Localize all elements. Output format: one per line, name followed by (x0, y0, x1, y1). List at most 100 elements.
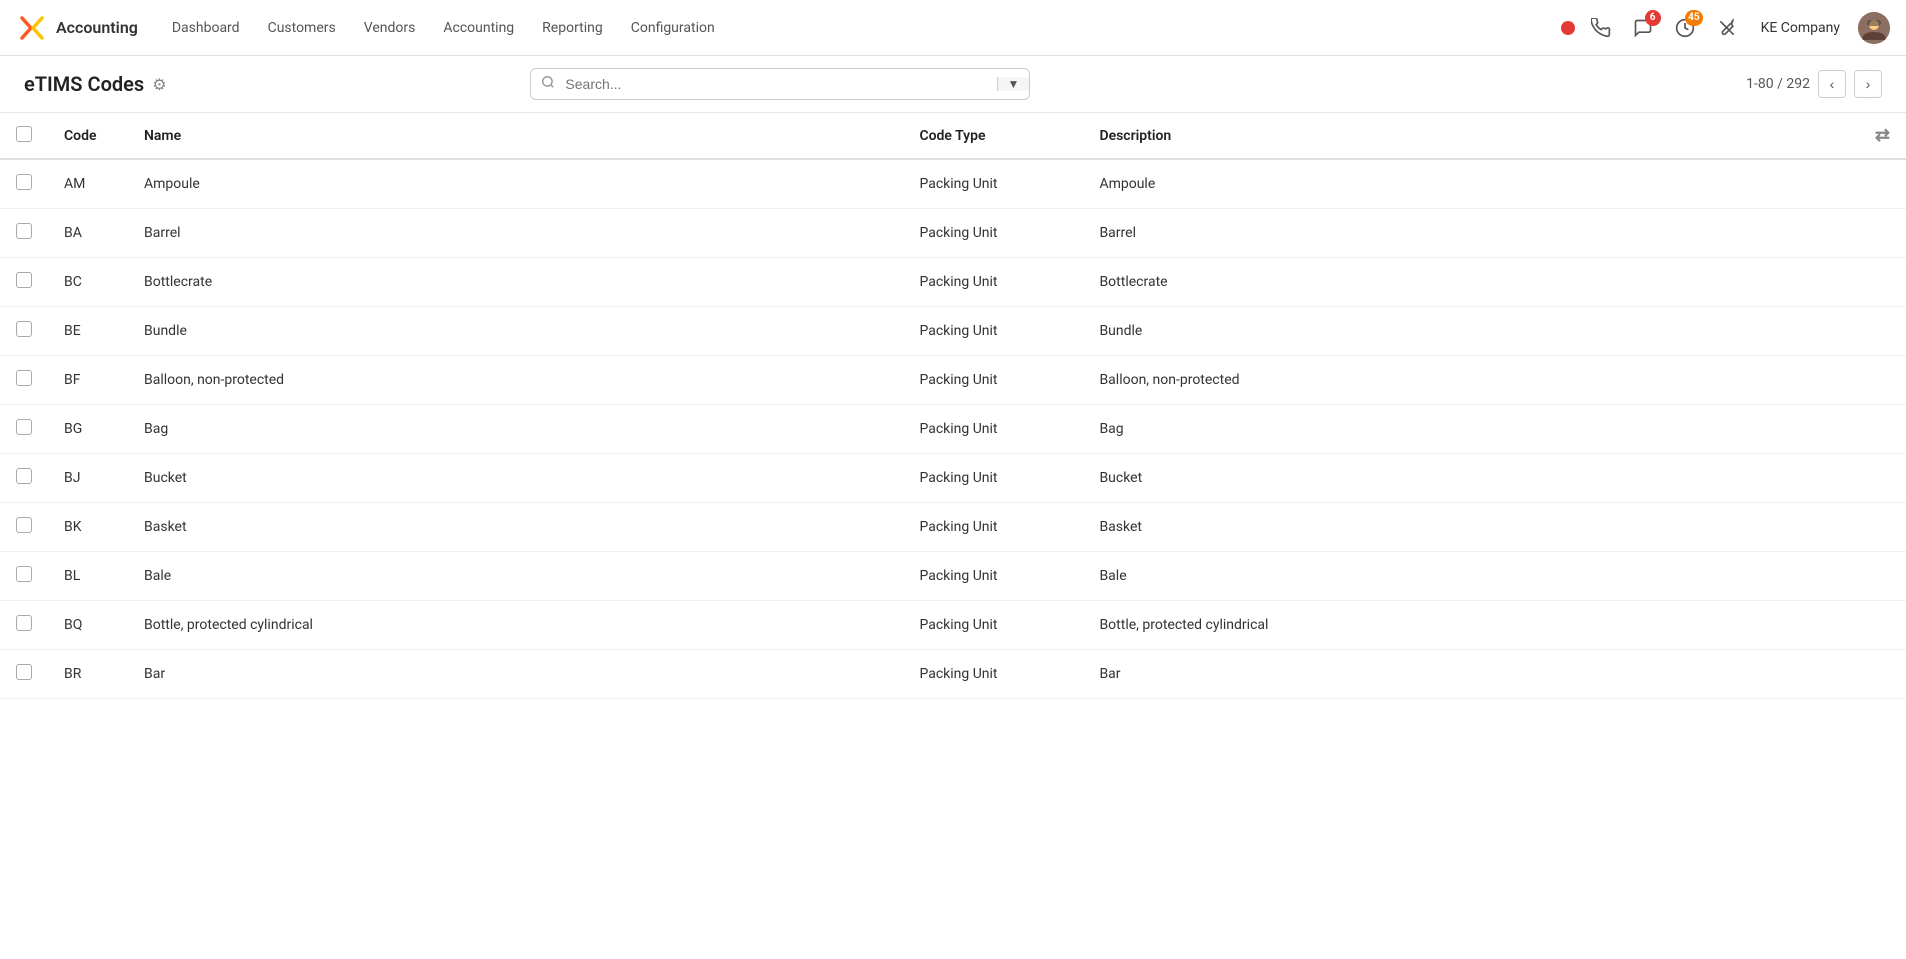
row-name[interactable]: Basket (128, 503, 903, 552)
row-options (1859, 601, 1906, 650)
search-input[interactable] (565, 69, 996, 99)
row-checkbox-3[interactable] (16, 321, 32, 337)
row-checkbox-cell (0, 454, 48, 503)
row-description: Balloon, non-protected (1083, 356, 1858, 405)
search-icon (531, 75, 565, 93)
row-description: Bag (1083, 405, 1858, 454)
row-name[interactable]: Bag (128, 405, 903, 454)
table-row: BR Bar Packing Unit Bar (0, 650, 1906, 699)
row-code: BF (48, 356, 128, 405)
th-name[interactable]: Name (128, 113, 903, 159)
th-options: ⇄ (1859, 113, 1906, 159)
table-row: BG Bag Packing Unit Bag (0, 405, 1906, 454)
tools-icon (1717, 18, 1737, 38)
phone-icon-btn[interactable] (1585, 12, 1617, 44)
nav-configuration[interactable]: Configuration (617, 14, 729, 42)
row-name[interactable]: Bar (128, 650, 903, 699)
row-name[interactable]: Bucket (128, 454, 903, 503)
row-checkbox-cell (0, 552, 48, 601)
row-description: Bundle (1083, 307, 1858, 356)
company-name[interactable]: KE Company (1753, 16, 1848, 40)
row-code: BK (48, 503, 128, 552)
table-row: BE Bundle Packing Unit Bundle (0, 307, 1906, 356)
row-checkbox-2[interactable] (16, 272, 32, 288)
row-name[interactable]: Balloon, non-protected (128, 356, 903, 405)
row-code: BQ (48, 601, 128, 650)
row-checkbox-cell (0, 258, 48, 307)
table-header-row: Code Name Code Type Description ⇄ (0, 113, 1906, 159)
row-options (1859, 650, 1906, 699)
row-code: BE (48, 307, 128, 356)
row-checkbox-4[interactable] (16, 370, 32, 386)
row-description: Basket (1083, 503, 1858, 552)
row-checkbox-cell (0, 307, 48, 356)
row-options (1859, 405, 1906, 454)
search-bar: ▼ (530, 68, 1030, 100)
row-code-type: Packing Unit (903, 405, 1083, 454)
clock-icon-btn[interactable]: 45 (1669, 12, 1701, 44)
page-title: eTIMS Codes (24, 72, 144, 96)
row-checkbox-cell (0, 650, 48, 699)
table-row: BK Basket Packing Unit Basket (0, 503, 1906, 552)
select-all-checkbox[interactable] (16, 126, 32, 142)
row-checkbox-0[interactable] (16, 174, 32, 190)
nav-reporting[interactable]: Reporting (528, 14, 617, 42)
row-options (1859, 258, 1906, 307)
nav-vendors[interactable]: Vendors (350, 14, 430, 42)
row-description: Bottle, protected cylindrical (1083, 601, 1858, 650)
row-code: BL (48, 552, 128, 601)
row-checkbox-cell (0, 159, 48, 209)
row-options (1859, 454, 1906, 503)
app-name: Accounting (56, 18, 138, 37)
row-description: Barrel (1083, 209, 1858, 258)
nav-customers[interactable]: Customers (254, 14, 350, 42)
row-checkbox-5[interactable] (16, 419, 32, 435)
row-checkbox-9[interactable] (16, 615, 32, 631)
search-dropdown-btn[interactable]: ▼ (997, 77, 1030, 91)
user-avatar[interactable] (1858, 12, 1890, 44)
clock-badge: 45 (1685, 10, 1702, 26)
row-checkbox-10[interactable] (16, 664, 32, 680)
pagination-next-btn[interactable]: › (1854, 70, 1882, 98)
row-code-type: Packing Unit (903, 159, 1083, 209)
messages-icon-btn[interactable]: 6 (1627, 12, 1659, 44)
row-code-type: Packing Unit (903, 650, 1083, 699)
table-row: BJ Bucket Packing Unit Bucket (0, 454, 1906, 503)
th-code[interactable]: Code (48, 113, 128, 159)
table-row: BA Barrel Packing Unit Barrel (0, 209, 1906, 258)
row-name[interactable]: Bale (128, 552, 903, 601)
tools-icon-btn[interactable] (1711, 12, 1743, 44)
row-options (1859, 356, 1906, 405)
row-name[interactable]: Bottle, protected cylindrical (128, 601, 903, 650)
row-checkbox-1[interactable] (16, 223, 32, 239)
row-code-type: Packing Unit (903, 601, 1083, 650)
status-indicator[interactable] (1561, 21, 1575, 35)
row-name[interactable]: Ampoule (128, 159, 903, 209)
pagination-area: 1-80 / 292 ‹ › (1746, 70, 1882, 98)
nav-dashboard[interactable]: Dashboard (158, 14, 254, 42)
row-checkbox-8[interactable] (16, 566, 32, 582)
row-checkbox-6[interactable] (16, 468, 32, 484)
row-name[interactable]: Barrel (128, 209, 903, 258)
column-options-icon[interactable]: ⇄ (1875, 125, 1890, 146)
th-code-type[interactable]: Code Type (903, 113, 1083, 159)
row-checkbox-cell (0, 405, 48, 454)
row-name[interactable]: Bottlecrate (128, 258, 903, 307)
row-checkbox-7[interactable] (16, 517, 32, 533)
row-options (1859, 159, 1906, 209)
app-logo[interactable]: Accounting (16, 12, 138, 44)
row-code-type: Packing Unit (903, 552, 1083, 601)
nav-accounting[interactable]: Accounting (429, 14, 528, 42)
nav-items: Dashboard Customers Vendors Accounting R… (158, 14, 1557, 42)
row-code: BC (48, 258, 128, 307)
th-description[interactable]: Description (1083, 113, 1858, 159)
row-code-type: Packing Unit (903, 454, 1083, 503)
pagination-text: 1-80 / 292 (1746, 76, 1810, 92)
th-select-all (0, 113, 48, 159)
row-code: AM (48, 159, 128, 209)
table-row: BL Bale Packing Unit Bale (0, 552, 1906, 601)
row-name[interactable]: Bundle (128, 307, 903, 356)
pagination-prev-btn[interactable]: ‹ (1818, 70, 1846, 98)
settings-gear-icon[interactable]: ⚙ (152, 75, 166, 94)
nav-right: 6 45 KE Company (1561, 12, 1890, 44)
